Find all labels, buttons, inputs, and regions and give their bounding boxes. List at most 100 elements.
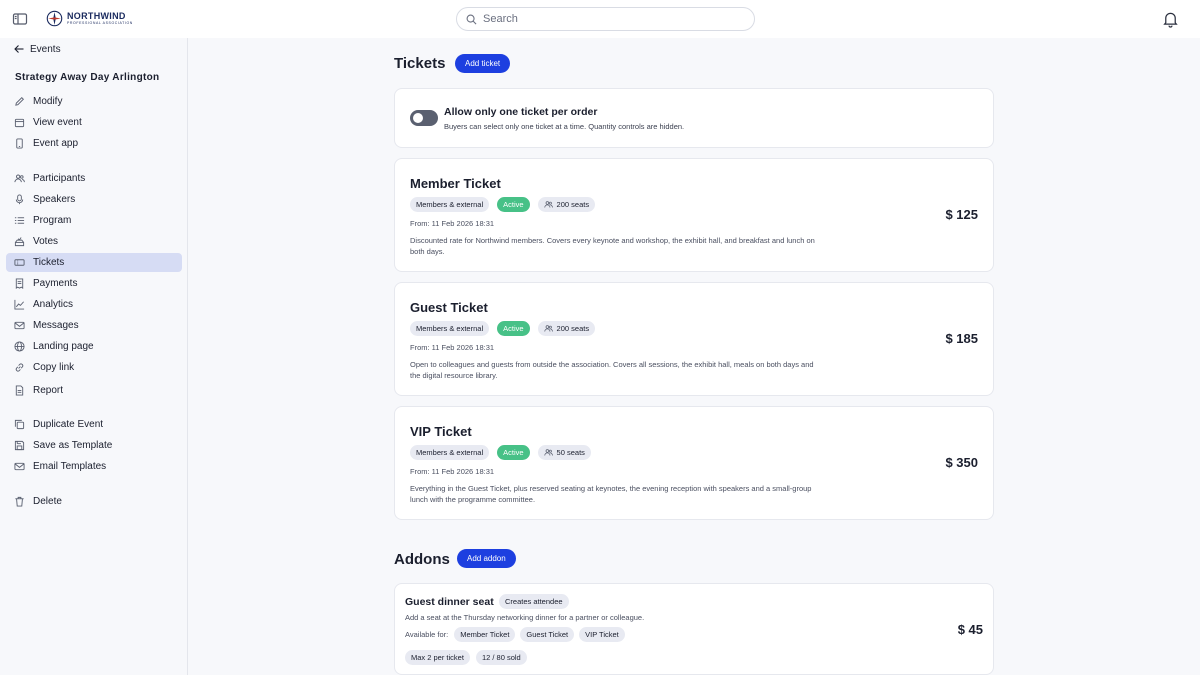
add-ticket-button[interactable]: Add ticket [455, 54, 511, 73]
sidebar-item-label: Tickets [33, 257, 65, 268]
sidebar: Events Strategy Away Day Arlington Modif… [0, 38, 188, 675]
sidebar-item-speakers[interactable]: Speakers [6, 190, 182, 209]
ticket-from-date: From: 11 Feb 2026 18:31 [410, 219, 495, 228]
list-icon [14, 217, 25, 224]
copy-icon [14, 419, 25, 430]
mail-icon [14, 462, 25, 471]
ticket-name: VIP Ticket [410, 424, 472, 439]
ticket-card-vip[interactable]: VIP Ticket Members & external Active 50 … [394, 406, 994, 520]
option-title: Allow only one ticket per order [444, 106, 598, 118]
ticket-card-member[interactable]: Member Ticket Members & external Active … [394, 158, 994, 272]
sidebar-item-label: Analytics [33, 299, 74, 310]
ticket-from-date: From: 11 Feb 2026 18:31 [410, 343, 495, 352]
addon-price: $ 45 [957, 622, 983, 637]
seats-chip: 200 seats [537, 197, 596, 212]
sidebar-toggle-icon[interactable] [12, 11, 28, 27]
ticket-description: Discounted rate for Northwind members. C… [410, 236, 815, 256]
users-icon [543, 201, 553, 208]
seats-chip: 200 seats [537, 321, 596, 336]
sidebar-item-report[interactable]: Report [6, 381, 182, 400]
sidebar-item-save-as-template[interactable]: Save as Template [6, 436, 182, 455]
brand-logo[interactable]: NORTHWIND Professional Association [46, 10, 133, 27]
sidebar-item-label: Landing page [33, 341, 94, 352]
sidebar-item-event-app[interactable]: Event app [6, 134, 182, 153]
ticket-description: Open to colleagues and guests from outsi… [410, 360, 814, 380]
addon-description: Add a seat at the Thursday networking di… [405, 613, 645, 622]
sidebar-item-copy-link[interactable]: Copy link [6, 358, 182, 377]
sidebar-item-modify[interactable]: Modify [6, 92, 182, 111]
document-icon [15, 385, 24, 396]
microphone-icon [15, 194, 24, 205]
brand-name: NORTHWIND [67, 10, 126, 21]
users-icon [543, 325, 553, 332]
audience-chip: Members & external [410, 197, 490, 212]
globe-icon [14, 341, 25, 352]
sidebar-item-participants[interactable]: Participants [6, 169, 182, 188]
seats-label: 200 seats [556, 200, 590, 209]
sidebar-item-label: Participants [33, 173, 86, 184]
sidebar-item-messages[interactable]: Messages [6, 316, 182, 335]
status-badge: Active [497, 445, 530, 460]
ticket-name: Member Ticket [410, 176, 501, 191]
max-per-ticket-chip: Max 2 per ticket [405, 650, 470, 665]
sidebar-item-analytics[interactable]: Analytics [6, 295, 182, 314]
sidebar-item-landing-page[interactable]: Landing page [6, 337, 182, 356]
sidebar-item-label: Delete [33, 496, 62, 507]
ticket-description: Everything in the Guest Ticket, plus res… [410, 484, 812, 504]
phone-icon [16, 138, 23, 149]
sidebar-item-program[interactable]: Program [6, 211, 182, 230]
sidebar-item-delete[interactable]: Delete [6, 492, 182, 511]
ticket-from-date: From: 11 Feb 2026 18:31 [410, 467, 495, 476]
ticket-icon [14, 259, 25, 266]
ticket-name: Guest Ticket [410, 300, 488, 315]
sidebar-item-duplicate-event[interactable]: Duplicate Event [6, 415, 182, 434]
sidebar-item-label: Event app [33, 138, 79, 149]
link-icon [15, 363, 24, 372]
brand-tagline: Professional Association [67, 20, 133, 25]
sidebar-item-votes[interactable]: Votes [6, 232, 182, 251]
search-box[interactable] [456, 7, 755, 31]
ticket-card-guest[interactable]: Guest Ticket Members & external Active 2… [394, 282, 994, 396]
receipt-icon [15, 278, 24, 289]
top-bar: NORTHWIND Professional Association [0, 0, 1200, 38]
available-ticket-chip: Member Ticket [454, 627, 516, 642]
sidebar-item-label: Speakers [33, 194, 76, 205]
sidebar-item-label: Messages [33, 320, 79, 331]
one-ticket-per-order-toggle[interactable] [410, 110, 438, 126]
pencil-icon [15, 97, 24, 106]
bell-icon[interactable] [1162, 10, 1179, 28]
addons-heading: Addons [394, 551, 450, 568]
sidebar-item-label: Save as Template [33, 440, 113, 451]
back-label: Events [30, 43, 61, 55]
sidebar-item-label: View event [33, 117, 82, 128]
users-icon [14, 174, 25, 183]
sidebar-item-payments[interactable]: Payments [6, 274, 182, 293]
sold-count-chip: 12 / 80 sold [475, 650, 527, 665]
status-badge: Active [497, 321, 530, 336]
available-ticket-chip: VIP Ticket [579, 627, 625, 642]
sidebar-item-email-templates[interactable]: Email Templates [6, 457, 182, 476]
arrow-left-icon [14, 45, 24, 53]
save-icon [14, 440, 25, 451]
sidebar-item-label: Payments [33, 278, 78, 289]
sidebar-item-label: Copy link [33, 362, 75, 373]
ticket-price: $ 185 [945, 331, 978, 346]
sidebar-item-label: Duplicate Event [33, 419, 104, 430]
trash-icon [15, 496, 24, 507]
add-addon-button[interactable]: Add addon [457, 549, 516, 568]
option-description: Buyers can select only one ticket at a t… [444, 122, 685, 131]
addon-name: Guest dinner seat [405, 596, 494, 608]
sidebar-item-label: Email Templates [33, 461, 107, 472]
sidebar-item-view-event[interactable]: View event [6, 113, 182, 132]
sidebar-item-label: Votes [33, 236, 59, 247]
addon-card-guest-dinner-seat[interactable]: Guest dinner seat Creates attendee Add a… [394, 583, 994, 675]
back-to-events-link[interactable]: Events [14, 42, 61, 56]
compass-logo-icon [46, 10, 63, 27]
ticket-price: $ 125 [945, 207, 978, 222]
one-ticket-per-order-card: Allow only one ticket per order Buyers c… [394, 88, 994, 148]
vote-icon [14, 237, 25, 247]
calendar-icon [14, 118, 25, 128]
search-input[interactable] [483, 13, 723, 25]
available-ticket-chip: Guest Ticket [520, 627, 575, 642]
sidebar-item-tickets[interactable]: Tickets [6, 253, 182, 272]
